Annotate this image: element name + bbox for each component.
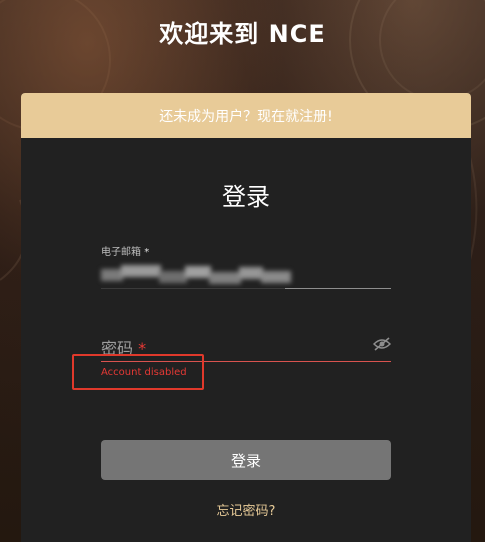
login-page: 欢迎来到 NCE 还未成为用户？现在就注册! 登录 电子邮箱 * 密码 * Ac… [0,0,485,542]
email-required-mark: * [144,247,150,258]
eye-slash-icon[interactable] [372,336,392,351]
login-submit-button[interactable]: 登录 [101,440,391,480]
email-label-text: 电子邮箱 [101,247,141,258]
forgot-password-link[interactable]: 忘记密码? [21,500,471,519]
login-heading: 登录 [222,183,270,211]
site-title: 欢迎来到 NCE [159,20,326,48]
email-label: 电子邮箱 * [101,243,149,258]
email-input[interactable] [101,259,391,289]
register-banner-link[interactable]: 还未成为用户？现在就注册! [21,93,471,138]
login-card: 还未成为用户？现在就注册! 登录 电子邮箱 * 密码 * Account dis… [21,93,471,542]
password-error-message: Account disabled [101,367,187,378]
